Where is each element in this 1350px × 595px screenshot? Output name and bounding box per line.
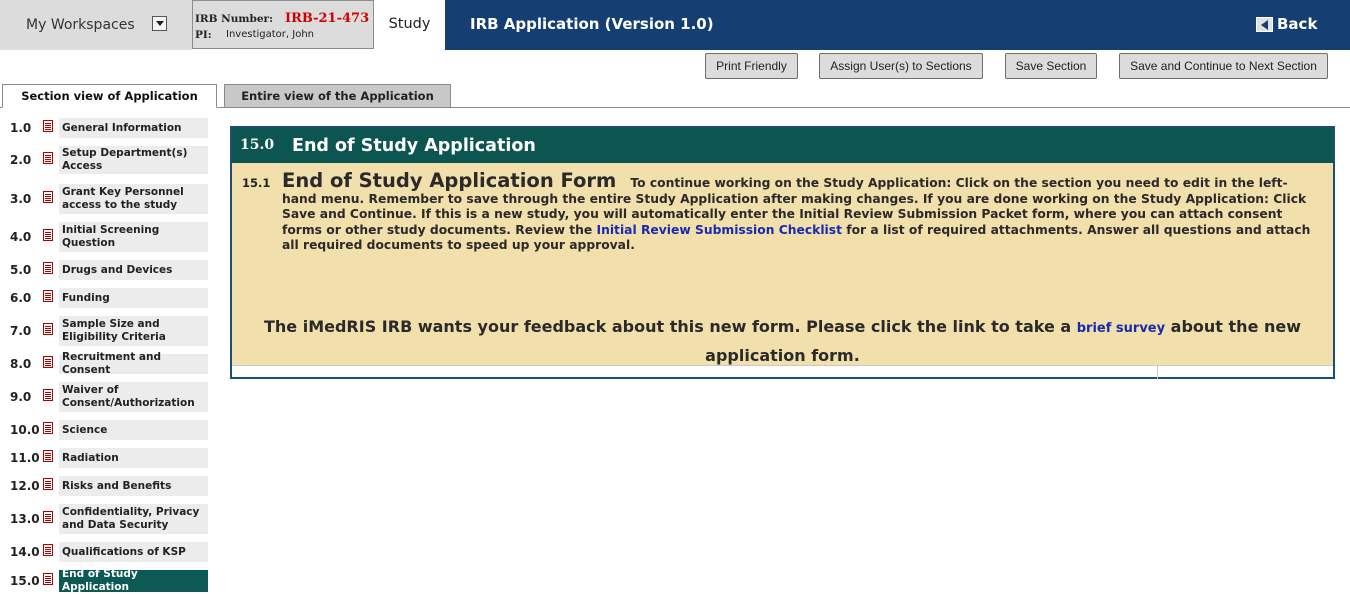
back-arrow-icon[interactable] (1256, 16, 1273, 32)
assign-users-button[interactable]: Assign User(s) to Sections (819, 53, 983, 79)
sidebar-item-label[interactable]: Waiver of Consent/Authorization (59, 382, 208, 412)
document-icon (43, 152, 53, 164)
section-header: 15.0 End of Study Application (232, 128, 1333, 163)
document-icon (43, 573, 53, 585)
sidebar-item-number: 12.0 (10, 479, 40, 493)
sidebar-item-label[interactable]: Grant Key Personnel access to the study (59, 184, 208, 214)
document-icon (43, 290, 53, 302)
sidebar-item-number: 10.0 (10, 423, 40, 437)
sidebar-item[interactable]: 1.0 General Information (0, 118, 210, 138)
sidebar-item-label[interactable]: Radiation (59, 448, 208, 468)
document-icon (43, 323, 53, 335)
sidebar-item-label[interactable]: Qualifications of KSP (59, 542, 208, 562)
pi-label: PI: (195, 29, 212, 41)
document-icon (43, 422, 53, 434)
document-icon (43, 389, 53, 401)
document-icon (43, 478, 53, 490)
sidebar-item[interactable]: 9.0 Waiver of Consent/Authorization (0, 382, 210, 412)
app-header: IRB Application (Version 1.0) Back (445, 0, 1350, 50)
sidebar-item[interactable]: 6.0 Funding (0, 288, 210, 308)
sidebar-item-number: 3.0 (10, 192, 32, 206)
feedback-message: The iMedRIS IRB wants your feedback abou… (232, 313, 1333, 369)
sidebar-item[interactable]: 8.0 Recruitment and Consent (0, 351, 210, 376)
section-title: End of Study Application (292, 136, 536, 156)
tab-study[interactable]: Study (374, 0, 445, 50)
survey-link[interactable]: brief survey (1077, 321, 1165, 336)
sidebar-item[interactable]: 14.0 Qualifications of KSP (0, 542, 210, 562)
save-continue-button[interactable]: Save and Continue to Next Section (1119, 53, 1328, 79)
sidebar-item[interactable]: 2.0 Setup Department(s) Access (0, 146, 210, 174)
sidebar-item-number: 7.0 (10, 324, 32, 338)
page-title: IRB Application (Version 1.0) (470, 15, 714, 33)
sidebar-item-label[interactable]: Sample Size and Eligibility Criteria (59, 316, 208, 346)
sidebar-item-label[interactable]: Risks and Benefits (59, 476, 208, 496)
document-icon (43, 544, 53, 556)
sidebar-item-number: 9.0 (10, 390, 32, 404)
sidebar-item-number: 4.0 (10, 230, 32, 244)
sidebar-item-number: 6.0 (10, 291, 32, 305)
sidebar-item-number: 8.0 (10, 357, 32, 371)
sidebar-item[interactable]: 12.0 Risks and Benefits (0, 476, 210, 496)
sidebar-item-label[interactable]: Initial Screening Question (59, 222, 208, 252)
tab-entire-view[interactable]: Entire view of the Application (224, 84, 451, 108)
document-icon (43, 511, 53, 523)
sidebar-item-label[interactable]: Science (59, 420, 208, 440)
sidebar-item-label[interactable]: Drugs and Devices (59, 260, 208, 280)
footer-divider (1157, 366, 1158, 379)
document-icon (43, 120, 53, 132)
document-icon (43, 356, 53, 368)
form-body: 15.1 End of Study Application Form To con… (232, 163, 1333, 365)
workspace-label[interactable]: My Workspaces (26, 17, 135, 33)
checklist-link[interactable]: Initial Review Submission Checklist (597, 223, 842, 237)
chevron-down-icon[interactable] (152, 16, 167, 31)
sidebar-item[interactable]: 4.0 Initial Screening Question (0, 222, 210, 252)
form-instructions: End of Study Application Form To continue… (282, 171, 1312, 254)
irb-number-label: IRB Number: (195, 13, 273, 25)
pi-name: Investigator, John (226, 29, 314, 40)
sidebar-item[interactable]: 10.0 Science (0, 420, 210, 440)
document-icon (43, 262, 53, 274)
sidebar-item-label[interactable]: Setup Department(s) Access (59, 146, 208, 174)
form-footer (232, 365, 1333, 379)
sidebar-item[interactable]: 15.0 End of Study Application (0, 568, 210, 593)
back-button[interactable]: Back (1256, 15, 1317, 33)
document-icon (43, 450, 53, 462)
sidebar-item-number: 13.0 (10, 512, 40, 526)
question-number: 15.1 (242, 176, 271, 190)
feedback-text: The iMedRIS IRB wants your feedback abou… (263, 317, 1072, 336)
tab-section-view[interactable]: Section view of Application (2, 84, 217, 108)
sidebar-item-number: 15.0 (10, 574, 40, 588)
workspace-menu[interactable]: My Workspaces (0, 0, 192, 50)
section-panel: 15.0 End of Study Application 15.1 End o… (230, 126, 1335, 379)
section-number: 15.0 (240, 137, 275, 153)
sidebar-item-label[interactable]: Confidentiality, Privacy and Data Securi… (59, 504, 208, 534)
save-section-button[interactable]: Save Section (1005, 53, 1097, 79)
sidebar-item-number: 14.0 (10, 545, 40, 559)
sidebar-item-number: 2.0 (10, 153, 32, 167)
sidebar-item-number: 11.0 (10, 451, 40, 465)
irb-number: IRB-21-473 (285, 11, 370, 26)
sidebar-item-label[interactable]: General Information (59, 118, 208, 138)
sidebar-item-label[interactable]: Recruitment and Consent (59, 351, 208, 376)
back-label[interactable]: Back (1277, 15, 1317, 33)
sidebar-item-label[interactable]: Funding (59, 288, 208, 308)
document-icon (43, 229, 53, 241)
sidebar-item[interactable]: 5.0 Drugs and Devices (0, 260, 210, 280)
sidebar-item-number: 5.0 (10, 263, 32, 277)
sidebar-item[interactable]: 3.0 Grant Key Personnel access to the stu… (0, 184, 210, 214)
form-title: End of Study Application Form (282, 169, 617, 192)
sidebar-item-number: 1.0 (10, 121, 32, 135)
sidebar-item-label[interactable]: End of Study Application (59, 568, 208, 593)
print-friendly-button[interactable]: Print Friendly (705, 53, 798, 79)
document-icon (43, 191, 53, 203)
sidebar-item[interactable]: 11.0 Radiation (0, 448, 210, 468)
sidebar-item[interactable]: 7.0 Sample Size and Eligibility Criteria (0, 316, 210, 346)
irb-info-box: IRB Number: IRB-21-473 PI: Investigator,… (192, 0, 374, 49)
sidebar-item[interactable]: 13.0 Confidentiality, Privacy and Data Se… (0, 504, 210, 534)
top-bar: My Workspaces IRB Number: IRB-21-473 PI:… (0, 0, 1350, 50)
